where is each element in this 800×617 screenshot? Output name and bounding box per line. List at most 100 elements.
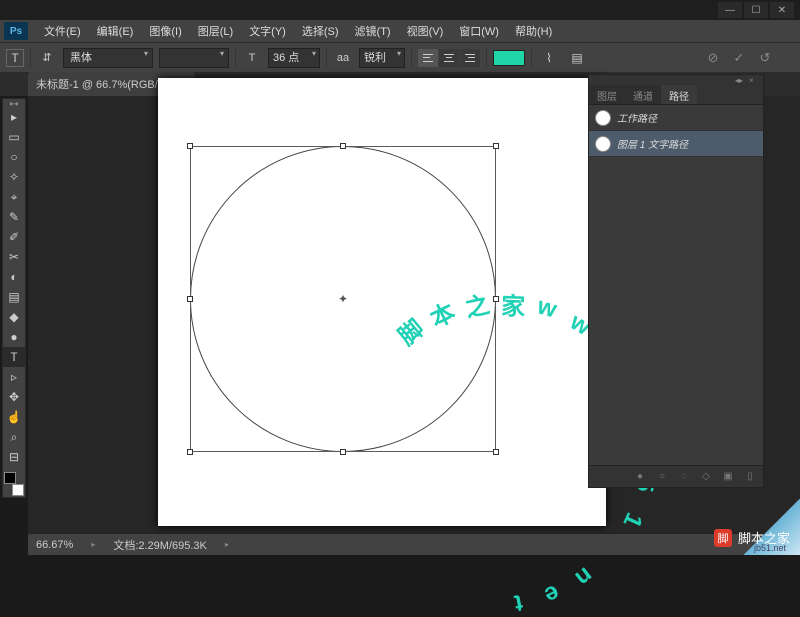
transform-handle[interactable] [187, 449, 193, 455]
background-color[interactable] [12, 484, 24, 496]
brush-tool[interactable]: ✐ [3, 227, 25, 247]
eyedropper-tool[interactable]: ✎ [3, 207, 25, 227]
window-close-button[interactable]: ✕ [770, 2, 794, 18]
text-char: 1 [617, 508, 648, 532]
tab-channels[interactable]: 通道 [625, 85, 661, 104]
path-thumbnail [595, 110, 611, 126]
lasso-tool[interactable]: ○ [3, 147, 25, 167]
orientation-icon[interactable]: ⇵ [37, 49, 57, 67]
window-maximize-button[interactable]: ☐ [744, 2, 768, 18]
zoom-caret-icon[interactable]: ▸ [91, 540, 95, 549]
reset-icon[interactable]: ↺ [756, 49, 774, 67]
foreground-color[interactable] [4, 472, 16, 484]
fill-path-icon[interactable]: ● [633, 470, 647, 484]
crop-tool[interactable]: ⌖ [3, 187, 25, 207]
align-center-button[interactable] [439, 49, 459, 67]
menubar: Ps 文件(E) 编辑(E) 图像(I) 图层(L) 文字(Y) 选择(S) 滤… [0, 20, 800, 42]
tools-panel: ▸◂ ▸ ▭ ○ ✧ ⌖ ✎ ✐ ✂ ◐ ▤ ◆ ● T ▹ ✥ ☝ ⌕ ⊟ [2, 98, 26, 498]
transform-handle[interactable] [340, 143, 346, 149]
transform-bounding-box[interactable]: ✦ [190, 146, 496, 452]
panel-close-icon[interactable]: × [749, 76, 759, 84]
font-size-field[interactable]: 36 点 [268, 48, 320, 68]
type-tool[interactable]: T [3, 347, 25, 367]
commit-icon[interactable]: ✓ [730, 49, 748, 67]
make-work-path-icon[interactable]: ◇ [699, 470, 713, 484]
options-bar: T ⇵ 黑体 T 36 点 aa 锐利 ⌇ ▤ ⊘ ✓ ↺ [0, 42, 800, 72]
tab-layers[interactable]: 图层 [589, 85, 625, 104]
zoom-level[interactable]: 66.67% [36, 539, 73, 551]
menu-help[interactable]: 帮助(H) [507, 23, 560, 39]
menu-image[interactable]: 图像(I) [141, 23, 189, 39]
new-path-icon[interactable]: ▣ [721, 470, 735, 484]
menu-window[interactable]: 窗口(W) [451, 23, 507, 39]
text-char: t [512, 588, 525, 617]
delete-path-icon[interactable]: ▯ [743, 470, 757, 484]
text-char: e [540, 578, 564, 609]
edit-toolbar[interactable]: ⊟ [3, 447, 25, 467]
font-style-dropdown[interactable] [159, 48, 229, 68]
transform-handle[interactable] [493, 143, 499, 149]
menu-filter[interactable]: 滤镜(T) [347, 23, 399, 39]
text-color-swatch[interactable] [493, 50, 525, 66]
path-label: 图层 1 文字路径 [617, 136, 688, 151]
warp-text-icon[interactable]: ⌇ [538, 50, 560, 66]
separator [30, 49, 31, 67]
menu-file[interactable]: 文件(E) [36, 23, 89, 39]
stroke-path-icon[interactable]: ○ [655, 470, 669, 484]
menu-type[interactable]: 文字(Y) [241, 23, 294, 39]
align-left-button[interactable] [418, 49, 438, 67]
text-char: n [569, 561, 598, 592]
transform-handle[interactable] [340, 449, 346, 455]
window-minimize-button[interactable]: — [718, 2, 742, 18]
move-tool[interactable]: ▸ [3, 107, 25, 127]
document-canvas[interactable]: 脚本之家www.jb51.net ✦ [158, 78, 606, 526]
font-family-dropdown[interactable]: 黑体 [63, 48, 153, 68]
separator [326, 49, 327, 67]
separator [531, 49, 532, 67]
shape-tool[interactable]: ✥ [3, 387, 25, 407]
anti-alias-icon: aa [333, 49, 353, 67]
doc-info[interactable]: 文档:2.29M/695.3K [113, 537, 207, 553]
tool-preset-picker[interactable]: T [6, 49, 24, 67]
tab-paths[interactable]: 路径 [661, 85, 697, 104]
path-to-selection-icon[interactable]: ◌ [677, 470, 691, 484]
anti-alias-dropdown[interactable]: 锐利 [359, 48, 405, 68]
panel-collapse-icon[interactable]: ◂▸ [735, 76, 745, 84]
transform-center-icon[interactable]: ✦ [338, 292, 348, 306]
foreground-background-colors[interactable] [3, 471, 25, 497]
menu-select[interactable]: 选择(S) [294, 23, 347, 39]
hand-tool[interactable]: ☝ [3, 407, 25, 427]
separator [235, 49, 236, 67]
transform-handle[interactable] [187, 143, 193, 149]
document-tab-title: 未标题-1 @ 66.7%(RGB/8) * [36, 76, 175, 92]
zoom-tool[interactable]: ⌕ [3, 427, 25, 447]
panel-handle-icon[interactable]: ▸◂ [3, 99, 25, 107]
path-select-tool[interactable]: ▹ [3, 367, 25, 387]
path-label: 工作路径 [617, 110, 657, 125]
align-right-button[interactable] [460, 49, 480, 67]
pen-tool[interactable]: ● [3, 327, 25, 347]
transform-handle[interactable] [187, 296, 193, 302]
marquee-tool[interactable]: ▭ [3, 127, 25, 147]
dodge-tool[interactable]: ◆ [3, 307, 25, 327]
stamp-tool[interactable]: ✂ [3, 247, 25, 267]
cancel-icon[interactable]: ⊘ [704, 49, 722, 67]
transform-handle[interactable] [493, 449, 499, 455]
doc-info-caret-icon[interactable]: ▸ [225, 540, 229, 549]
character-panel-icon[interactable]: ▤ [566, 50, 588, 66]
text-char: w [534, 292, 560, 324]
app-logo: Ps [4, 22, 28, 40]
paths-panel: ◂▸ × 图层 通道 路径 工作路径 图层 1 文字路径 ● ○ ◌ ◇ ▣ ▯ [588, 74, 764, 488]
menu-layer[interactable]: 图层(L) [190, 23, 241, 39]
menu-view[interactable]: 视图(V) [399, 23, 452, 39]
font-size-icon: T [242, 49, 262, 67]
gradient-tool[interactable]: ▤ [3, 287, 25, 307]
path-thumbnail [595, 136, 611, 152]
path-row[interactable]: 工作路径 [589, 105, 763, 131]
menu-edit[interactable]: 编辑(E) [89, 23, 142, 39]
transform-handle[interactable] [493, 296, 499, 302]
path-row[interactable]: 图层 1 文字路径 [589, 131, 763, 157]
wand-tool[interactable]: ✧ [3, 167, 25, 187]
separator [486, 49, 487, 67]
eraser-tool[interactable]: ◐ [3, 267, 25, 287]
